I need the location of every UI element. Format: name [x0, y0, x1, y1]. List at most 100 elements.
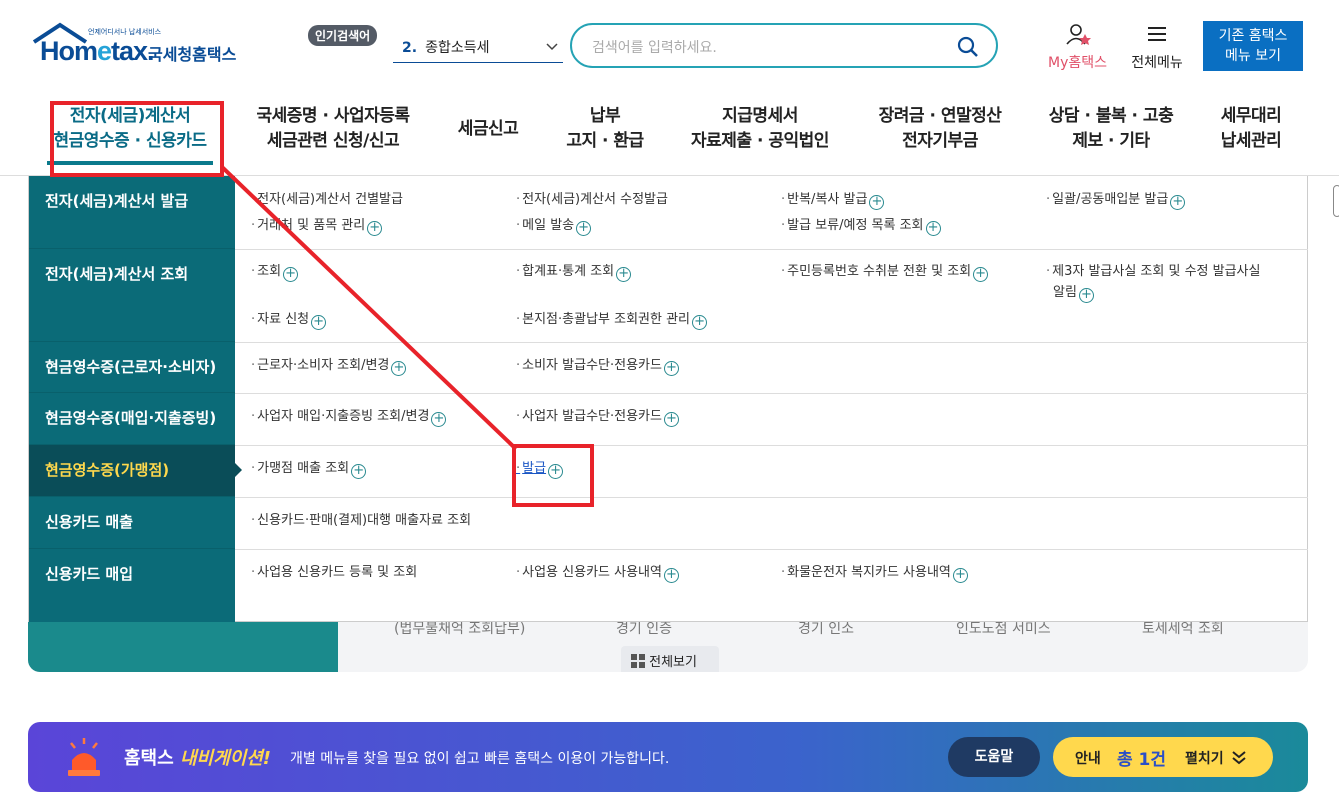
gnb-incentive-yearend[interactable]: 장려금 · 연말정산 전자기부금 [865, 104, 1015, 154]
gnb-tax-invoice-receipt-card[interactable]: 전자(세금)계산서 현금영수증 · 신용카드 [50, 104, 210, 154]
link-business-issue-means[interactable]: · 사업자 발급수단·전용카드 + [516, 406, 679, 427]
gnb-label-1: 납부 [589, 106, 621, 126]
gnb-payment-statement[interactable]: 지급명세서 자료제출 · 공익법인 [680, 104, 840, 154]
logo-korean-name: 국세청홈택스 [148, 45, 237, 64]
category-receipt-purchase[interactable]: 현금영수증(매입·지출증빙) [29, 393, 235, 445]
plus-circle-icon[interactable]: + [367, 221, 383, 236]
row-divider [235, 342, 1308, 343]
hamburger-icon [1148, 27, 1166, 41]
gnb-label-2: 세금관련 신청/신고 [266, 131, 400, 151]
category-invoice-query[interactable]: 전자(세금)계산서 조회 [29, 249, 235, 342]
gnb-tax-filing[interactable]: 세금신고 [448, 117, 528, 142]
plus-circle-icon[interactable]: + [869, 195, 885, 210]
gnb-label-2: 고지 · 환급 [566, 131, 644, 151]
link-mail-send[interactable]: · 메일 발송 + [516, 215, 592, 236]
hometax-logo[interactable]: 언제어디서나 납세서비스 Hometax. 국세청홈택스 [30, 22, 245, 70]
category-sidebar: 전자(세금)계산서 발급 전자(세금)계산서 조회 현금영수증(근로자·소비자)… [29, 176, 242, 622]
row-divider [235, 445, 1308, 446]
scroll-handle[interactable] [1333, 185, 1339, 217]
popular-search-badge: 인기검색어 [308, 25, 378, 46]
notice-expand-button[interactable]: 안내 총 1건 펼치기 [1053, 737, 1273, 777]
plus-circle-icon[interactable]: + [548, 464, 564, 479]
search-input[interactable]: 검색어를 입력하세요. [570, 23, 998, 68]
logo-wordmark: Hometax. [40, 36, 155, 66]
gnb-counsel-appeal[interactable]: 상담 · 불복 · 고충 제보 · 기타 [1040, 104, 1182, 154]
search-icon[interactable] [956, 35, 980, 59]
plus-circle-icon[interactable]: + [1078, 288, 1094, 303]
popular-search-select[interactable]: 2. 종합소득세 [393, 34, 563, 63]
category-receipt-consumer[interactable]: 현금영수증(근로자·소비자) [29, 342, 235, 393]
link-business-card-usage[interactable]: · 사업용 신용카드 사용내역 + [516, 562, 679, 583]
help-button[interactable]: 도움말 [948, 737, 1040, 777]
link-partner-item-manage[interactable]: · 거래처 및 품목 관리 + [251, 215, 383, 236]
gnb-label-1: 상담 · 불복 · 고충 [1048, 106, 1174, 126]
link-business-expense-query[interactable]: · 사업자 매입·지출증빙 조회/변경 + [251, 406, 447, 427]
link-business-card-register[interactable]: · 사업용 신용카드 등록 및 조회 [251, 562, 417, 583]
category-card-sales[interactable]: 신용카드 매출 [29, 497, 235, 549]
my-hometax-link[interactable]: My홈택스 [1040, 22, 1115, 72]
link-consumer-issue-means[interactable]: · 소비자 발급수단·전용카드 + [516, 355, 679, 376]
plus-circle-icon[interactable]: + [576, 221, 592, 236]
myhome-label: My홈택스 [1047, 55, 1107, 71]
link-third-party-issue[interactable]: · 제3자 발급사실 조회 및 수정 발급사실 [1046, 261, 1260, 282]
grid-icon [631, 654, 645, 668]
link-worker-consumer-query[interactable]: · 근로자·소비자 조회/변경 + [251, 355, 407, 376]
plus-circle-icon[interactable]: + [973, 267, 989, 282]
navigation-banner: 홈택스 내비게이션! 개별 메뉴를 찾을 필요 없이 쉽고 빠른 홈택스 이용이… [28, 722, 1308, 792]
plus-circle-icon[interactable]: + [616, 267, 632, 282]
double-chevron-down-icon [1232, 751, 1246, 765]
category-receipt-merchant[interactable]: 현금영수증(가맹점) [29, 445, 242, 497]
gnb-label-1: 전자(세금)계산서 [69, 106, 191, 126]
link-query[interactable]: · 조회 + [251, 261, 299, 282]
link-resident-number-convert[interactable]: · 주민등록번호 수취분 전환 및 조회 + [781, 261, 989, 282]
link-summary-stats[interactable]: · 합계표·통계 조회 + [516, 261, 632, 282]
header: 언제어디서나 납세서비스 Hometax. 국세청홈택스 인기검색어 2. 종합소… [0, 0, 1339, 86]
plus-circle-icon[interactable]: + [311, 315, 327, 330]
gnb-active-indicator [47, 161, 213, 165]
link-third-party-notice[interactable]: 알림 + [1053, 282, 1094, 303]
link-branch-permission[interactable]: · 본지점·총괄납부 조회권한 관리 + [516, 309, 708, 330]
plus-circle-icon[interactable]: + [1170, 195, 1186, 210]
plus-circle-icon[interactable]: + [663, 361, 679, 376]
link-repeat-copy-issue[interactable]: · 반복/복사 발급 + [781, 189, 885, 210]
siren-icon [68, 738, 100, 776]
link-issue-hold-list[interactable]: · 발급 보류/예정 목록 조회 + [781, 215, 941, 236]
plus-circle-icon[interactable]: + [692, 315, 708, 330]
link-cargo-welfare-card[interactable]: · 화물운전자 복지카드 사용내역 + [781, 562, 968, 583]
row-divider [235, 549, 1308, 550]
expand-label: 펼치기 [1185, 751, 1224, 767]
link-invoice-revised-issue[interactable]: · 전자(세금)계산서 수정발급 [516, 189, 668, 210]
link-card-sales-data[interactable]: · 신용카드·판매(결제)대행 매출자료 조회 [251, 510, 471, 531]
view-all-button[interactable]: 전체보기 [621, 646, 719, 672]
search-placeholder: 검색어를 입력하세요. [592, 40, 717, 56]
link-receipt-issue[interactable]: · 발급 + [516, 458, 564, 479]
gnb-tax-agent[interactable]: 세무대리납세관리 [1210, 104, 1292, 154]
plus-circle-icon[interactable]: + [391, 361, 407, 376]
link-invoice-single-issue[interactable]: · 전자(세금)계산서 건별발급 [251, 189, 403, 210]
plus-circle-icon[interactable]: + [952, 568, 968, 583]
all-menu-button[interactable]: 전체메뉴 [1126, 22, 1188, 72]
gnb-label-2: 납세관리 [1220, 131, 1282, 151]
plus-circle-icon[interactable]: + [925, 221, 941, 236]
background-teal-block [28, 622, 338, 672]
link-merchant-sales-query[interactable]: · 가맹점 매출 조회 + [251, 458, 367, 479]
legacy-menu-button[interactable]: 기존 홈택스 메뉴 보기 [1203, 21, 1303, 71]
link-data-request[interactable]: · 자료 신청 + [251, 309, 327, 330]
link-bulk-issue[interactable]: · 일괄/공동매입분 발급 + [1046, 189, 1186, 210]
category-card-purchase[interactable]: 신용카드 매입 [29, 549, 235, 601]
view-all-label: 전체보기 [649, 655, 697, 670]
plus-circle-icon[interactable]: + [663, 568, 679, 583]
navigation-description: 개별 메뉴를 찾을 필요 없이 쉽고 빠른 홈택스 이용이 가능합니다. [290, 751, 670, 767]
gnb-payment-refund[interactable]: 납부고지 · 환급 [555, 104, 655, 154]
gnb-certificate-registration[interactable]: 국세증명 · 사업자등록 세금관련 신청/신고 [248, 104, 418, 154]
plus-circle-icon[interactable]: + [431, 412, 447, 427]
popular-term: 종합소득세 [425, 40, 490, 56]
main-navigation: 전자(세금)계산서 현금영수증 · 신용카드 국세증명 · 사업자등록 세금관련 신… [0, 86, 1339, 176]
plus-circle-icon[interactable]: + [351, 464, 367, 479]
gnb-label-1: 세무대리 [1220, 106, 1282, 126]
plus-circle-icon[interactable]: + [663, 412, 679, 427]
gnb-label-1: 지급명세서 [722, 106, 798, 126]
notice-label: 안내 [1075, 751, 1101, 767]
category-invoice-issue[interactable]: 전자(세금)계산서 발급 [29, 176, 235, 249]
plus-circle-icon[interactable]: + [283, 267, 299, 282]
